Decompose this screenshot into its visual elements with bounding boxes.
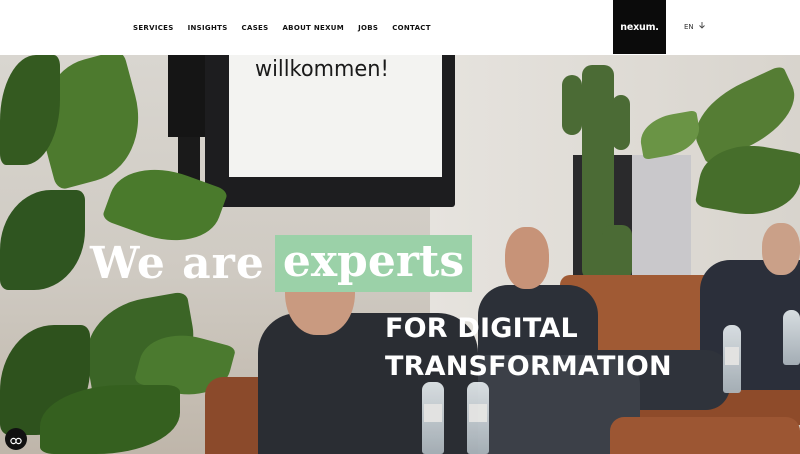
chevron-down-icon	[698, 22, 705, 31]
water-bottle	[783, 310, 800, 365]
hero-subheadline: FOR DIGITAL TRANSFORMATION	[385, 310, 672, 386]
cactus-arm	[602, 225, 632, 280]
nav-cases[interactable]: CASES	[242, 24, 269, 32]
subheadline-line-2: TRANSFORMATION	[385, 351, 672, 382]
plant-leaf	[0, 190, 85, 290]
water-bottle	[467, 382, 489, 454]
headline-experts-highlight: experts	[274, 235, 473, 292]
cactus-arm	[562, 75, 582, 135]
water-bottle	[723, 325, 741, 393]
nexum-logo[interactable]: nexum.	[613, 0, 666, 54]
nav-services[interactable]: SERVICES	[133, 24, 174, 32]
main-navigation: SERVICES INSIGHTS CASES ABOUT NEXUM JOBS…	[133, 0, 445, 55]
headline-we-are: We are	[90, 238, 265, 289]
nav-contact[interactable]: CONTACT	[392, 24, 431, 32]
cookie-settings-button[interactable]	[5, 428, 27, 450]
tv-welcome-text: willkommen!	[255, 57, 389, 82]
nav-about-nexum[interactable]: ABOUT NEXUM	[282, 24, 344, 32]
subheadline-line-1: FOR DIGITAL	[385, 313, 578, 344]
nav-jobs[interactable]: JOBS	[358, 24, 378, 32]
tv-screen: willkommen!	[205, 55, 455, 207]
hero-headline: We are experts	[90, 235, 473, 292]
person-right-head	[762, 223, 800, 275]
language-label: EN	[684, 22, 694, 31]
cactus-arm	[612, 95, 630, 150]
language-selector[interactable]: EN	[684, 22, 705, 31]
bottle-label	[725, 347, 739, 365]
site-header: SERVICES INSIGHTS CASES ABOUT NEXUM JOBS…	[0, 0, 800, 55]
bottle-label	[469, 404, 487, 422]
tv-display: willkommen!	[229, 55, 442, 177]
cabinet-light-shape	[632, 155, 691, 277]
hero-section: willkommen! We are experts FOR DIGITAL T…	[0, 55, 800, 454]
person-middle-head	[505, 227, 549, 289]
water-bottle	[422, 382, 444, 454]
logo-text: nexum.	[620, 21, 659, 33]
speaker-shape	[168, 55, 206, 137]
bottle-label	[424, 404, 442, 422]
armchair-right	[610, 417, 800, 454]
nav-insights[interactable]: INSIGHTS	[188, 24, 228, 32]
cookie-settings-icon	[10, 430, 22, 449]
